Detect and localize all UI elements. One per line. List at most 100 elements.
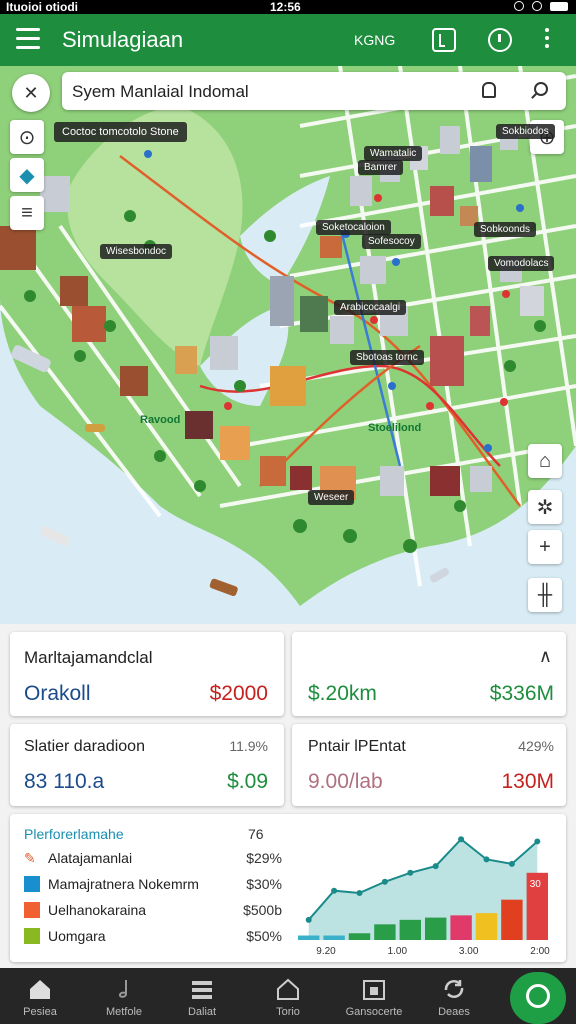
compass-icon[interactable]: ⊙: [10, 120, 44, 154]
map-label[interactable]: Weseer: [308, 490, 355, 505]
chart-point[interactable]: [331, 887, 338, 894]
chart-bar[interactable]: [323, 935, 345, 940]
search-icon[interactable]: [534, 82, 548, 96]
home-pin-icon[interactable]: ⌂: [528, 444, 562, 478]
zone-label: Stoelilond: [368, 422, 422, 434]
more-options-icon[interactable]: [540, 28, 554, 52]
document-icon[interactable]: [432, 28, 456, 52]
map-label[interactable]: Arabicocaalgi: [334, 300, 407, 315]
card-title: Marltajamandclal: [24, 648, 153, 667]
chart-point[interactable]: [407, 869, 414, 876]
chart-point[interactable]: [483, 856, 490, 863]
legend-swatch: [24, 876, 40, 892]
chart-point[interactable]: [508, 860, 515, 867]
card-left-value: 9.00/lab: [308, 770, 383, 793]
card-right-value: $2000: [209, 682, 268, 705]
alarm-status-icon: [532, 1, 542, 11]
legend-row[interactable]: Uomgara $50%: [24, 928, 282, 946]
nav-item-music[interactable]: Metfole: [84, 968, 164, 1024]
nav-label: Gansocerte: [345, 1006, 403, 1018]
map-label[interactable]: Wamatalic: [364, 146, 423, 161]
map-search-bar[interactable]: Syem Manlaial Indomal: [62, 72, 566, 110]
clock-icon[interactable]: [488, 28, 512, 52]
chevron-up-icon[interactable]: ∧: [539, 646, 552, 667]
bell-icon[interactable]: [482, 82, 496, 98]
nav-label: Deaes: [438, 1006, 470, 1018]
legend-row[interactable]: Uelhanokaraina $500b: [24, 902, 282, 920]
menu-lines-icon[interactable]: ≡: [10, 196, 44, 230]
card-percent: 11.9%: [229, 738, 268, 754]
card-left-value: $.20km: [308, 682, 377, 705]
map-label[interactable]: Sobkoonds: [474, 222, 537, 237]
map-label[interactable]: Sbotoas tornc: [350, 350, 424, 365]
calendar-icon: [363, 980, 385, 1000]
legend-label: Uelhanokaraina: [48, 902, 147, 918]
settings-icon[interactable]: ✲: [528, 490, 562, 524]
list-icon: [192, 981, 212, 999]
chart-point[interactable]: [356, 889, 363, 896]
legend-value: $30%: [246, 876, 282, 892]
pin-icon: ✎: [24, 850, 36, 866]
chart-bar[interactable]: [348, 933, 371, 940]
layers-icon[interactable]: ◆: [10, 158, 44, 192]
chart-bar[interactable]: [501, 899, 523, 940]
chart-point[interactable]: [432, 863, 439, 870]
assistant-fab[interactable]: [510, 972, 566, 1024]
card-title: Pntair lPEntat: [308, 738, 406, 755]
nav-item-house[interactable]: Torio: [248, 968, 328, 1024]
crossed-tools-icon[interactable]: ✕: [12, 74, 50, 112]
performance-card[interactable]: Plerforerlamahe 76 ✎ Alatajamanlai $29% …: [10, 814, 566, 962]
legend-row[interactable]: Mamajratnera Nokemrm $30%: [24, 876, 282, 894]
map-label[interactable]: Sokbiodos: [496, 124, 555, 139]
stat-card-4[interactable]: Pntair lPEntat 429% 9.00/lab 130M: [292, 724, 566, 806]
stat-card-3[interactable]: Slatier daradioon 11.9% 83 110.a $.09: [10, 724, 284, 806]
app-bar: Simulagiaan KGNG: [0, 14, 576, 66]
search-text[interactable]: Syem Manlaial Indomal: [72, 82, 249, 102]
card-right-value: $336M: [489, 682, 554, 705]
house-icon: [277, 978, 299, 1000]
nav-item-calendar[interactable]: Gansocerte: [334, 968, 414, 1024]
chart-bar[interactable]: [425, 917, 447, 940]
ruler-icon[interactable]: ╫: [528, 578, 562, 612]
chart-point[interactable]: [458, 836, 465, 843]
map-label[interactable]: Wisesbondoc: [100, 244, 173, 259]
chart-bar[interactable]: [475, 913, 498, 940]
chart-point[interactable]: [381, 878, 388, 885]
refresh-icon: [444, 980, 464, 998]
map-label-main[interactable]: Coctoc tomcotolo Stone: [54, 122, 187, 142]
status-left-text: Ituoioi otiodi: [6, 0, 78, 14]
chart-bar[interactable]: [374, 924, 396, 940]
map-label[interactable]: Soketocaloion: [316, 220, 391, 235]
nav-item-home[interactable]: Pesiea: [0, 968, 80, 1024]
place-label: Ravood: [140, 414, 181, 426]
performance-chart[interactable]: 30 9.20 1.00 3.00 2:00: [286, 822, 558, 958]
chart-bar[interactable]: [399, 919, 421, 940]
map-label[interactable]: Sofesocoy: [362, 234, 421, 249]
nav-item-list[interactable]: Daliat: [162, 968, 242, 1024]
card-left-value: Orakoll: [24, 682, 91, 705]
nav-label: Metfole: [105, 1006, 143, 1018]
bottom-nav: Pesiea Metfole Daliat Torio Gansocerte D…: [0, 968, 576, 1024]
menu-icon[interactable]: [16, 28, 40, 50]
chart-bar[interactable]: [298, 935, 320, 940]
card-title: Slatier daradioon: [24, 738, 145, 755]
zoom-in-icon[interactable]: +: [528, 530, 562, 564]
chart-x-tick-label: 9.20: [316, 946, 336, 957]
music-icon: [118, 980, 127, 998]
stat-card-1[interactable]: Marltajamandclal Orakoll $2000: [10, 632, 284, 716]
status-time: 12:56: [270, 0, 301, 14]
chart-bar[interactable]: [450, 915, 472, 940]
app-title: Simulagiaan: [62, 27, 184, 52]
nav-item-refresh[interactable]: Deaes: [414, 968, 494, 1024]
stat-card-2[interactable]: ∧ $.20km $336M: [292, 632, 566, 716]
assistant-icon: [526, 984, 550, 1008]
chart-point[interactable]: [534, 838, 541, 845]
city-map[interactable]: Syem Manlaial Indomal ✕ ⊙ ◆ ≡ ⊕ Coctoc t…: [0, 66, 576, 624]
chart-point[interactable]: [305, 916, 312, 923]
legend-label: Mamajratnera Nokemrm: [48, 876, 199, 892]
map-label[interactable]: Bamrer: [358, 160, 403, 175]
legend-swatch: [24, 902, 40, 918]
map-label[interactable]: Vomodolacs: [488, 256, 555, 271]
legend-row[interactable]: ✎ Alatajamanlai $29%: [24, 850, 282, 868]
chart-x-tick-label: 1.00: [388, 946, 408, 957]
